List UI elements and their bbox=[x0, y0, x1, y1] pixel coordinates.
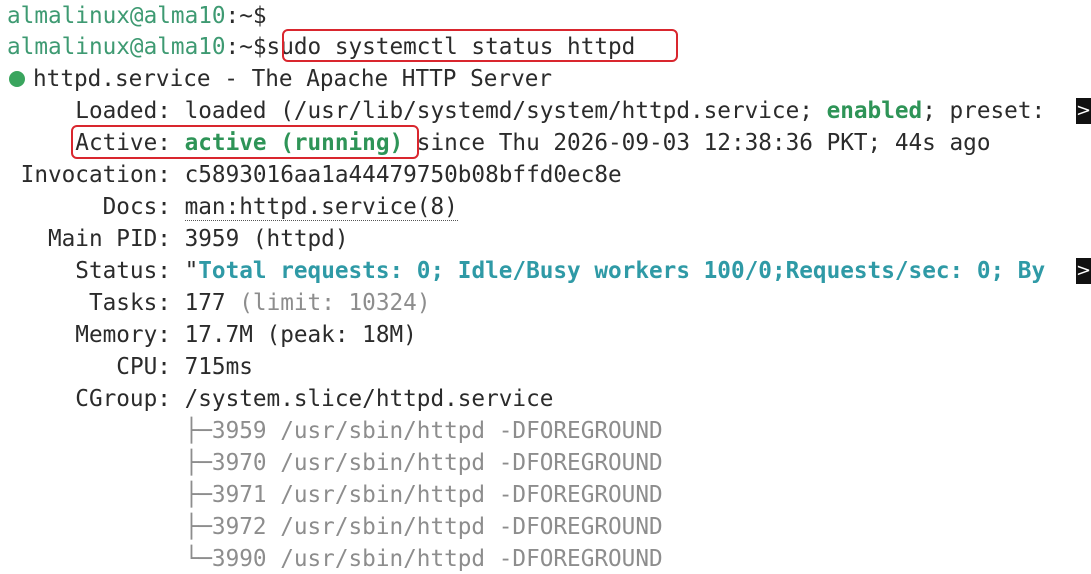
status-line: Status: "Total requests: 0; Idle/Busy wo… bbox=[7, 255, 1045, 287]
tree-branch-icon: ├─ bbox=[184, 418, 212, 444]
tree-branch-icon: ├─ bbox=[184, 482, 212, 508]
prompt-separator: :~$ bbox=[225, 34, 267, 60]
memory-label: Memory: bbox=[75, 322, 171, 348]
tasks-label: Tasks: bbox=[88, 290, 171, 316]
service-header: httpd.service - The Apache HTTP Server bbox=[7, 63, 552, 95]
cgroup-value: /system.slice/httpd.service bbox=[184, 386, 554, 412]
docs-line: Docs: man:httpd.service(8) bbox=[7, 191, 458, 223]
docs-label: Docs: bbox=[102, 194, 171, 220]
loaded-value: loaded (/usr/lib/systemd/system/httpd.se… bbox=[184, 98, 827, 124]
cgroup-process-row: ├─3959 /usr/sbin/httpd -DFOREGROUND bbox=[7, 415, 663, 447]
process-entry: 3990 /usr/sbin/httpd -DFOREGROUND bbox=[211, 546, 663, 572]
active-since: since Thu 2026-09-03 12:38:36 PKT; 44s a… bbox=[403, 130, 991, 156]
status-value: Total requests: 0; Idle/Busy workers 100… bbox=[198, 258, 1046, 284]
truncation-arrow-icon: > bbox=[1076, 98, 1091, 124]
main-pid-line: Main PID: 3959 (httpd) bbox=[7, 223, 349, 255]
active-highlight-box bbox=[71, 125, 419, 159]
cpu-line: CPU: 715ms bbox=[7, 351, 253, 383]
loaded-label: Loaded: bbox=[75, 98, 171, 124]
invocation-value: c5893016aa1a44479750b08bffd0ec8e bbox=[184, 162, 622, 188]
truncation-arrow-icon: > bbox=[1076, 258, 1091, 284]
cgroup-process-row: ├─3972 /usr/sbin/httpd -DFOREGROUND bbox=[7, 511, 663, 543]
loaded-line: Loaded: loaded (/usr/lib/systemd/system/… bbox=[7, 95, 1045, 127]
prompt-line-1: almalinux@alma10:~$ bbox=[7, 0, 267, 32]
process-entry: 3972 /usr/sbin/httpd -DFOREGROUND bbox=[211, 514, 663, 540]
cgroup-line: CGroup: /system.slice/httpd.service bbox=[7, 383, 553, 415]
service-dash: - bbox=[210, 66, 252, 92]
cgroup-label: CGroup: bbox=[75, 386, 171, 412]
tasks-line: Tasks: 177 (limit: 10324) bbox=[7, 287, 431, 319]
process-entry: 3971 /usr/sbin/httpd -DFOREGROUND bbox=[211, 482, 663, 508]
memory-line: Memory: 17.7M (peak: 18M) bbox=[7, 319, 417, 351]
process-entry: 3970 /usr/sbin/httpd -DFOREGROUND bbox=[211, 450, 663, 476]
loaded-preset: ; preset: bbox=[922, 98, 1046, 124]
cpu-label: CPU: bbox=[116, 354, 171, 380]
terminal-window[interactable]: almalinux@alma10:~$ almalinux@alma10:~$s… bbox=[0, 0, 1091, 574]
tree-branch-icon: └─ bbox=[184, 546, 212, 572]
invocation-label: Invocation: bbox=[20, 162, 171, 188]
cgroup-process-row: ├─3971 /usr/sbin/httpd -DFOREGROUND bbox=[7, 479, 663, 511]
main-pid-value: 3959 (httpd) bbox=[184, 226, 349, 252]
status-label: Status: bbox=[75, 258, 171, 284]
docs-link[interactable]: man:httpd.service(8) bbox=[184, 194, 458, 221]
tasks-value: 177 bbox=[184, 290, 226, 316]
cgroup-process-row: └─3990 /usr/sbin/httpd -DFOREGROUND bbox=[7, 543, 663, 574]
cpu-value: 715ms bbox=[184, 354, 253, 380]
tasks-limit: (limit: 10324) bbox=[225, 290, 431, 316]
process-entry: 3959 /usr/sbin/httpd -DFOREGROUND bbox=[211, 418, 663, 444]
prompt-separator: :~$ bbox=[225, 3, 267, 29]
status-dot-icon bbox=[9, 71, 25, 87]
prompt-user-host: almalinux@alma10 bbox=[7, 3, 226, 29]
service-name: httpd.service bbox=[33, 66, 211, 92]
service-description: The Apache HTTP Server bbox=[251, 66, 553, 92]
invocation-line: Invocation: c5893016aa1a44479750b08bffd0… bbox=[7, 159, 622, 191]
command-highlight-box bbox=[282, 29, 678, 62]
tree-branch-icon: ├─ bbox=[184, 514, 212, 540]
enabled-value: enabled bbox=[826, 98, 923, 124]
status-quote: " bbox=[184, 258, 199, 284]
cgroup-process-row: ├─3970 /usr/sbin/httpd -DFOREGROUND bbox=[7, 447, 663, 479]
memory-value: 17.7M (peak: 18M) bbox=[184, 322, 417, 348]
tree-branch-icon: ├─ bbox=[184, 450, 212, 476]
main-pid-label: Main PID: bbox=[47, 226, 171, 252]
prompt-user-host: almalinux@alma10 bbox=[7, 34, 226, 60]
